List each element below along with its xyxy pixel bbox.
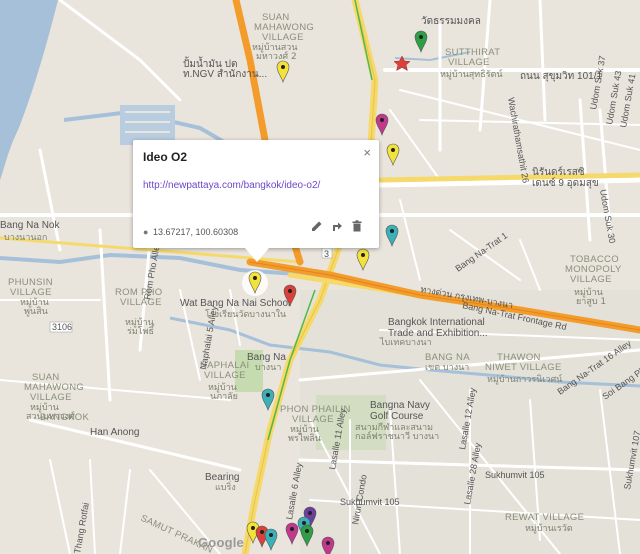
svg-text:เขต บางนา: เขต บางนา: [425, 363, 469, 373]
info-window-title: Ideo O2: [143, 150, 188, 164]
label-bangkok: BANGKOK: [40, 412, 89, 423]
label-wat-thammamongkol: วัดธรรมมงคล: [421, 16, 481, 27]
svg-text:Sukhumvit 105: Sukhumvit 105: [340, 497, 400, 507]
svg-text:หมู่บ้านถาวรนิเวศน์: หมู่บ้านถาวรนิเวศน์: [487, 373, 562, 385]
label-ngv: ปั้มน้ำมัน ปต: [183, 56, 237, 70]
label-han-anong: Han Anong: [90, 427, 140, 438]
edit-icon[interactable]: [310, 220, 324, 234]
close-icon[interactable]: ×: [363, 145, 371, 160]
svg-text:กอล์ฟราชนาวี บางนา: กอล์ฟราชนาวี บางนา: [355, 430, 439, 442]
svg-text:พรไพลิน: พรไพลิน: [288, 433, 321, 444]
label-bang-na: Bang Na: [247, 352, 286, 363]
info-window-link[interactable]: http://newpattaya.com/bangkok/ideo-o2/: [143, 180, 320, 191]
svg-text:หมู่บ้านสุทธิรัตน์: หมู่บ้านสุทธิรัตน์: [440, 68, 503, 80]
svg-text:มหาวงศ์ 2: มหาวงศ์ 2: [256, 50, 297, 62]
info-window-tail: [245, 248, 269, 262]
label-navy-golf: Bangna Navy Golf Course: [370, 400, 430, 422]
svg-text:3: 3: [324, 249, 329, 259]
label-bang-na-nok: Bang Na Nok: [0, 220, 60, 231]
label-bearing: Bearing: [205, 472, 239, 483]
label-wat-bang-na-nai: Wat Bang Na Nai School: [180, 298, 290, 309]
info-window: Ideo O2 × http://newpattaya.com/bangkok/…: [133, 140, 379, 262]
svg-text:ROM PHOVILLAGE: ROM PHO VILLAGE: [115, 287, 163, 308]
svg-text:หมู่บ้านเรวัต: หมู่บ้านเรวัต: [525, 523, 573, 534]
svg-text:พูนสิน: พูนสิน: [24, 306, 48, 317]
label-sukhumvit-101-1: ถนน สุขุมวิท 101/1: [520, 71, 602, 82]
label-bitec: Bangkok International Trade and Exhibitio…: [388, 317, 488, 339]
location-pin-icon: ●: [143, 227, 149, 237]
svg-text:ท.NGV สำนักงาน...: ท.NGV สำนักงาน...: [183, 69, 267, 80]
info-window-coordinates: 13.67217, 100.60308: [153, 227, 239, 237]
svg-text:3106: 3106: [52, 322, 72, 332]
svg-text:Sukhumvit 105: Sukhumvit 105: [485, 470, 545, 480]
svg-text:ยาสูบ 1: ยาสูบ 1: [576, 297, 606, 307]
svg-text:บางนา: บางนา: [255, 363, 281, 373]
google-logo: Google: [198, 535, 244, 550]
directions-icon[interactable]: [330, 220, 344, 234]
svg-text:บางนานอก: บางนานอก: [4, 233, 47, 243]
svg-text:ไบเทคบางนา: ไบเทคบางนา: [379, 337, 432, 348]
label-bang-na-district: BANG NA: [425, 352, 470, 363]
label-rewat: REWAT VILLAGE: [505, 512, 584, 523]
svg-text:PHUNSINVILLAGE: PHUNSIN VILLAGE: [8, 277, 53, 298]
delete-icon[interactable]: [350, 220, 364, 234]
map-canvas[interactable]: 3 3106 SUAN MAHAWONG VILLAGE หมู่บ้านสวน ม…: [0, 0, 640, 554]
svg-text:นภาลัย: นภาลัย: [210, 392, 238, 402]
